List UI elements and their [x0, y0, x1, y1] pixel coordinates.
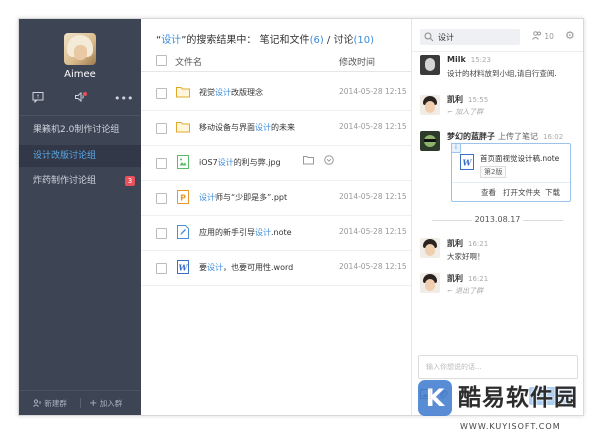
message-sender: 凯利 16:21: [447, 239, 489, 248]
file-name[interactable]: 应用的新手引导设计.note: [199, 227, 292, 238]
table-header: 文件名 修改时间: [141, 51, 411, 72]
app-window: Aimee ••• 果籁机2.0制作讨论组 设计改版讨论组 炸药制作讨论组 3 新…: [18, 18, 584, 416]
message-sender: 凯利 16:21: [447, 274, 489, 283]
gear-icon[interactable]: ⚙: [565, 30, 577, 42]
message-text: 设计的材料放到小组,请自行查阅.: [447, 69, 557, 78]
notification-dot: [83, 92, 87, 96]
system-message: ⌐ 加入了群: [447, 108, 484, 116]
members-icon: [532, 31, 541, 40]
more-icon[interactable]: •••: [114, 91, 133, 107]
watermark-brand: 酷易软件园: [458, 385, 578, 411]
message-sender: 凯利 15:55: [447, 95, 489, 104]
file-name[interactable]: iOS7设计的利与弊.jpg: [199, 157, 281, 168]
row-actions: [303, 155, 336, 168]
file-name[interactable]: 要设计，也要可用性.word: [199, 262, 293, 273]
file-name[interactable]: 移动设备与界面设计的未来: [199, 122, 295, 133]
table-row[interactable]: iOS7设计的利与弊.jpg: [141, 145, 411, 181]
open-folder-button[interactable]: 打开文件夹: [503, 187, 541, 198]
column-modified-time[interactable]: 修改时间: [339, 55, 375, 68]
tab-files[interactable]: 笔记和文件(6): [260, 35, 324, 46]
message-sender: Milk 15:23: [447, 55, 491, 64]
chat-search-input[interactable]: 设计: [420, 29, 520, 45]
file-modified: 2014-05-28 12:15: [339, 262, 407, 271]
shared-file-card[interactable]: i W 首页面视觉设计稿.note 第2版 查看 打开文件夹 下载: [451, 143, 571, 202]
file-modified: 2014-05-28 12:15: [339, 87, 407, 96]
chat-panel: 设计 10 ⚙ Milk 15:23 设计的材料放到小组,请自行查阅. 凯利 15:…: [412, 19, 583, 415]
dropdown-icon[interactable]: [324, 155, 336, 168]
join-group-button[interactable]: + 加入群: [89, 398, 122, 409]
sidebar-group-design[interactable]: 设计改版讨论组: [19, 145, 141, 167]
file-name[interactable]: 设计师与“少即是多”.ppt: [199, 192, 287, 203]
image-file-icon: [175, 154, 191, 170]
word-file-icon: W: [460, 154, 474, 170]
results-title: “设计”的搜索结果中： 笔记和文件(6) / 讨论(10): [156, 35, 374, 46]
table-row[interactable]: 视觉设计改版理念 2014-05-28 12:15: [141, 75, 411, 111]
avatar[interactable]: [420, 131, 440, 151]
open-folder-icon[interactable]: [303, 155, 315, 168]
row-checkbox[interactable]: [156, 193, 167, 204]
table-row[interactable]: P 设计师与“少即是多”.ppt 2014-05-28 12:15: [141, 180, 411, 216]
unread-badge: 3: [125, 176, 135, 186]
plus-icon: +: [89, 398, 98, 409]
view-button[interactable]: 查看: [481, 187, 496, 198]
note-file-icon: [175, 224, 191, 240]
version-badge: 第2版: [480, 166, 507, 178]
file-name[interactable]: 视觉设计改版理念: [199, 87, 263, 98]
avatar[interactable]: [420, 95, 440, 115]
table-row[interactable]: 应用的新手引导设计.note 2014-05-28 12:15: [141, 215, 411, 251]
avatar[interactable]: [420, 273, 440, 293]
folder-icon: [175, 84, 191, 100]
svg-text:W: W: [179, 263, 189, 273]
date-separator: 2013.08.17: [422, 215, 573, 225]
sidebar-group-explosive[interactable]: 炸药制作讨论组 3: [19, 170, 141, 192]
avatar[interactable]: [64, 33, 96, 65]
folder-icon: [175, 119, 191, 135]
speaker-icon[interactable]: [72, 91, 88, 107]
row-checkbox[interactable]: [156, 263, 167, 274]
system-message: ⌐ 退出了群: [447, 287, 484, 295]
new-group-button[interactable]: 新建群: [33, 398, 67, 409]
row-checkbox[interactable]: [156, 228, 167, 239]
watermark-url: WWW.KUYISOFT.COM: [460, 422, 561, 431]
members-button[interactable]: 10: [532, 31, 554, 41]
message-input[interactable]: 输入你想说的话...: [418, 355, 578, 379]
select-all-checkbox[interactable]: [156, 55, 167, 66]
table-row[interactable]: 移动设备与界面设计的未来 2014-05-28 12:15: [141, 110, 411, 146]
ppt-file-icon: P: [175, 189, 191, 205]
new-group-icon: [33, 399, 41, 407]
sidebar-footer: 新建群 + 加入群: [19, 390, 141, 415]
column-filename[interactable]: 文件名: [175, 55, 202, 68]
tab-discussions[interactable]: 讨论(10): [333, 35, 374, 46]
message-sender: 梦幻的蓝胖子 上传了笔记 16:02: [447, 132, 564, 141]
search-results-panel: “设计”的搜索结果中： 笔记和文件(6) / 讨论(10) 文件名 修改时间 视…: [141, 19, 412, 415]
sidebar-group-guolaiji[interactable]: 果籁机2.0制作讨论组: [19, 119, 141, 141]
avatar[interactable]: [420, 55, 440, 75]
svg-text:P: P: [180, 194, 186, 203]
file-modified: 2014-05-28 12:15: [339, 122, 407, 131]
search-icon: [424, 32, 434, 42]
row-checkbox[interactable]: [156, 158, 167, 169]
sidebar: Aimee ••• 果籁机2.0制作讨论组 设计改版讨论组 炸药制作讨论组 3 新…: [19, 19, 141, 415]
watermark-logo-icon: K: [418, 380, 452, 416]
row-checkbox[interactable]: [156, 88, 167, 99]
user-name: Aimee: [64, 69, 96, 80]
svg-text:W: W: [463, 158, 473, 168]
message-icon[interactable]: [30, 91, 46, 107]
watermark: K 酷易软件园 WWW.KUYISOFT.COM: [418, 378, 600, 437]
avatar[interactable]: [420, 238, 440, 258]
card-corner-icon: i: [451, 143, 461, 153]
table-row[interactable]: W 要设计，也要可用性.word 2014-05-28 12:15: [141, 250, 411, 286]
file-modified: 2014-05-28 12:15: [339, 227, 407, 236]
word-file-icon: W: [175, 259, 191, 275]
file-modified: 2014-05-28 12:15: [339, 192, 407, 201]
shared-file-name: 首页面视觉设计稿.note: [480, 154, 560, 163]
row-checkbox[interactable]: [156, 123, 167, 134]
message-text: 大家好啊！: [447, 252, 485, 261]
sidebar-toolbar: •••: [19, 91, 141, 107]
download-button[interactable]: 下载: [545, 187, 560, 198]
